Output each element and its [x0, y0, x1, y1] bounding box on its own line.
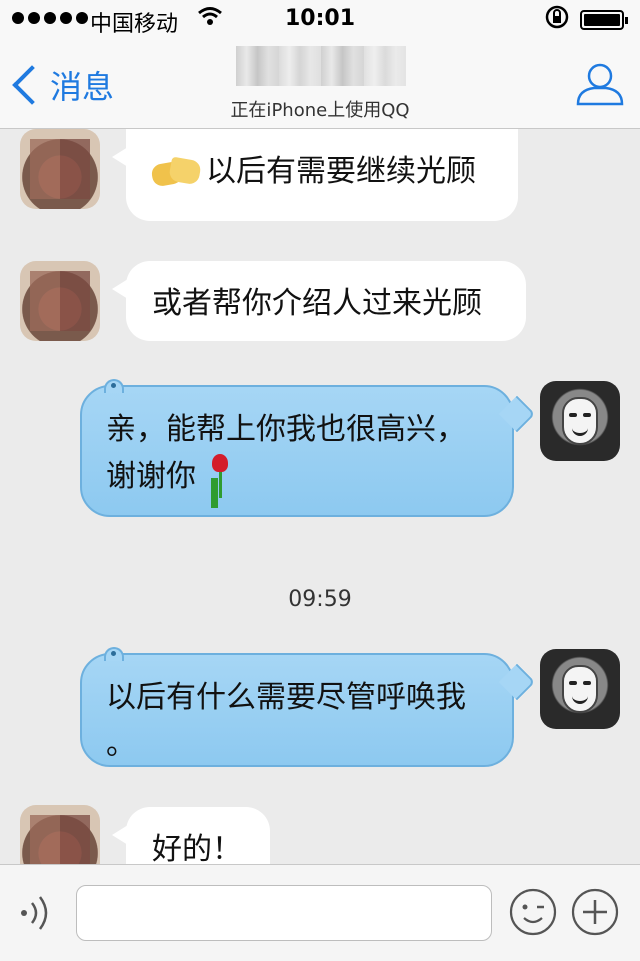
- battery-icon: [580, 10, 628, 30]
- message-text: 。: [106, 726, 136, 762]
- profile-button[interactable]: [574, 60, 626, 108]
- my-avatar[interactable]: [540, 649, 620, 729]
- rotation-lock-icon: [544, 4, 570, 36]
- message-bubble[interactable]: 以后有需要继续光顾: [112, 129, 518, 221]
- plus-icon: [571, 888, 619, 936]
- status-bar: 中国移动 10:01: [0, 0, 640, 40]
- contact-avatar[interactable]: [20, 129, 100, 209]
- message-text: 以后有什么需要尽管呼唤我: [106, 680, 466, 715]
- contact-avatar[interactable]: [20, 261, 100, 341]
- profile-icon: [576, 63, 624, 106]
- emoji-button[interactable]: [508, 887, 558, 937]
- message-text: 好的！: [152, 832, 242, 864]
- input-bar: [0, 864, 640, 961]
- message-bubble-self[interactable]: 亲，能帮上你我也很高兴， 谢谢你: [80, 379, 536, 517]
- message-text: 以后有需要继续光顾: [206, 154, 476, 189]
- contact-avatar[interactable]: [20, 805, 100, 864]
- nav-subtitle: 正在iPhone上使用QQ: [230, 100, 410, 121]
- message-bubble-self[interactable]: 以后有什么需要尽管呼唤我 。: [80, 647, 536, 767]
- rose-emoji: [206, 454, 234, 500]
- bubble-decoration-icon: [104, 647, 124, 661]
- contact-name-blurred: [236, 46, 406, 86]
- chat-area[interactable]: 以后有需要继续光顾 或者帮你介绍人过来光顾 亲，能帮上你我也很高兴， 谢谢你 0…: [0, 129, 640, 864]
- message-text: 谢谢你: [106, 458, 196, 494]
- message-bubble[interactable]: 好的！: [112, 807, 270, 864]
- voice-icon: [21, 896, 48, 930]
- message-text: 或者帮你介绍人过来光顾: [152, 286, 482, 321]
- timestamp: 09:59: [288, 587, 352, 612]
- nav-bar: 消息 正在iPhone上使用QQ: [0, 40, 640, 129]
- bubble-decoration-icon: [104, 379, 124, 393]
- plus-button[interactable]: [570, 887, 620, 937]
- message-text: 亲，能帮上你我也很高兴，: [106, 412, 466, 447]
- message-input[interactable]: [76, 885, 492, 941]
- handshake-emoji: [152, 155, 200, 191]
- emoji-face-icon: [509, 888, 557, 936]
- voice-button[interactable]: [16, 889, 60, 937]
- my-avatar[interactable]: [540, 381, 620, 461]
- message-bubble[interactable]: 或者帮你介绍人过来光顾: [112, 261, 526, 341]
